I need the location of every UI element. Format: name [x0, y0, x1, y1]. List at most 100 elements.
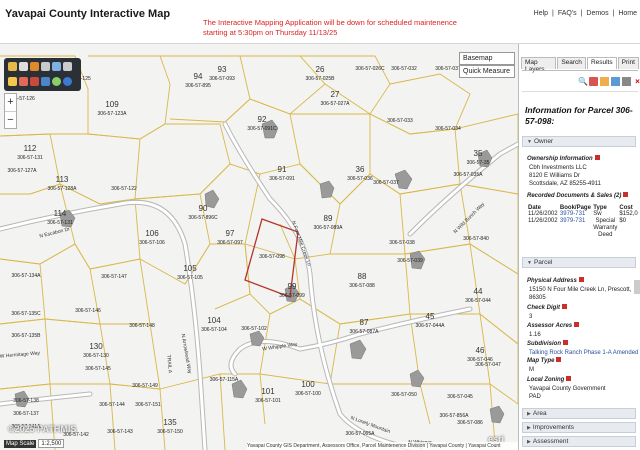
road-label: TRAIL A: [165, 354, 173, 374]
map-scale-label: Map Scale: [4, 439, 37, 448]
marker-icon[interactable]: [30, 77, 39, 86]
help-icon[interactable]: [63, 77, 72, 86]
sale-type: Sw: [593, 211, 602, 217]
parcel-number-label: 36: [356, 165, 365, 174]
parcel-number-label: 90: [199, 204, 208, 213]
bookmark-icon[interactable]: [8, 77, 17, 86]
zoom-in-button[interactable]: +: [5, 94, 16, 111]
close-icon[interactable]: ×: [633, 77, 640, 86]
parcel-number-label: 91: [278, 165, 287, 174]
ownership-info-label: Ownership Information: [527, 155, 600, 162]
zoom-control: + −: [4, 93, 17, 129]
zoom-to-icon[interactable]: 🔍: [578, 77, 588, 86]
chevron-right-icon: ▶: [527, 439, 531, 445]
subdivision-link[interactable]: Talking Rock Ranch Phase 1-A Amended: [529, 349, 638, 357]
panel-scrollbar[interactable]: [634, 280, 640, 294]
parcel-number-label: 101: [261, 387, 275, 396]
parcel-id-label: 306-57-097: [217, 240, 243, 246]
parcel-id-label: 306-57-149: [132, 383, 158, 389]
parcel-number-label: 46: [476, 346, 485, 355]
parcel-id-label: 306-57-131: [17, 155, 43, 161]
measure-icon[interactable]: [52, 62, 61, 71]
parcel-id-label: 306-57-032: [391, 66, 417, 72]
basemap-button[interactable]: Basemap: [459, 52, 515, 65]
parcel-number-label: 44: [474, 287, 483, 296]
parcel-id-label: 306-57-896C: [188, 215, 218, 221]
info-icon[interactable]: [562, 304, 568, 309]
layers-icon[interactable]: [41, 77, 50, 86]
physical-address-label: Physical Address: [527, 277, 584, 284]
sale-date: 11/26/2002: [528, 211, 558, 217]
parcel-id-label: 306-57-093: [209, 76, 235, 82]
owner-section-header[interactable]: ▼ Owner: [522, 136, 636, 147]
local-zoning-code: PAD: [529, 394, 541, 400]
link-separator: |: [580, 10, 583, 17]
sale-book-link[interactable]: 3979-731: [559, 211, 592, 218]
parcel-id-label: 306-57-086: [457, 420, 483, 426]
highlight-icon[interactable]: [600, 77, 609, 86]
select-icon[interactable]: [30, 62, 39, 71]
parcel-id-label: 306-57-091C: [247, 126, 277, 132]
parcel-id-label: 306-57-033: [387, 118, 413, 124]
parcel-section-header[interactable]: ▼ Parcel: [522, 257, 636, 268]
flag-icon[interactable]: [589, 77, 598, 86]
parcel-number-label: 27: [331, 90, 340, 99]
info-icon[interactable]: [594, 155, 600, 160]
tab-map-layers[interactable]: Map Layers: [521, 57, 557, 73]
sale-book-link[interactable]: 3979-731: [559, 218, 592, 239]
info-icon[interactable]: [578, 277, 584, 282]
parcel-id-label: 306-57-151: [135, 402, 161, 408]
map-view[interactable]: 306-57-125306-57-126109306-57-123A94306-…: [0, 44, 518, 450]
tab-results[interactable]: Results: [586, 57, 617, 69]
parcel-id-label: 306-57-087A: [350, 329, 380, 335]
parcel-number-label: 100: [301, 380, 315, 389]
parcel-number-label: 94: [194, 72, 203, 81]
parcel-number-label: 93: [218, 65, 227, 74]
parcel-id-label: 306-57-039: [397, 258, 423, 264]
home-link[interactable]: Home: [618, 10, 637, 17]
assessment-section-header[interactable]: ▶ Assessment: [522, 436, 636, 447]
tab-print[interactable]: Print: [617, 57, 639, 69]
quick-measure-button[interactable]: Quick Measure: [459, 65, 515, 78]
parcel-map[interactable]: 306-57-125306-57-126109306-57-123A94306-…: [0, 44, 518, 450]
road-label: N Escabon Dr: [39, 226, 71, 239]
info-icon[interactable]: [623, 192, 629, 197]
road-label: N Arrowhead Way: [180, 334, 193, 375]
improvements-section-header[interactable]: ▶ Improvements: [522, 422, 636, 433]
parcel-id-label: 306-57-856A: [440, 413, 470, 419]
clear-icon[interactable]: [63, 62, 72, 71]
demos-link[interactable]: Demos: [586, 10, 608, 17]
parcel-number-label: 106: [145, 229, 159, 238]
maintenance-notice: The Interactive Mapping Application will…: [203, 18, 457, 37]
physical-address: 15150 N Four Mile Creek Ln, Prescott, 86…: [529, 287, 632, 301]
print-icon[interactable]: [622, 77, 631, 86]
zoom-box-icon[interactable]: [41, 62, 50, 71]
parcel-id-label: 306-57-088: [349, 283, 375, 289]
parcel-id-label: 306-57-037: [373, 180, 399, 186]
export-icon[interactable]: [611, 77, 620, 86]
identify-icon[interactable]: [19, 62, 28, 71]
help-link[interactable]: Help: [534, 10, 548, 17]
draw-icon[interactable]: [19, 77, 28, 86]
parcel-number-label: 99: [288, 282, 297, 291]
tab-search[interactable]: Search: [557, 57, 586, 69]
info-icon[interactable]: [563, 340, 569, 345]
chevron-right-icon: ▶: [527, 411, 531, 417]
parcel-id-label: 306-57-035A: [454, 172, 484, 178]
parcel-number-label: 135: [163, 418, 177, 427]
parcel-id-label: 306-57-115A: [210, 377, 239, 383]
map-scale-select[interactable]: 1:2,500: [38, 439, 65, 448]
info-icon[interactable]: [566, 376, 572, 381]
info-icon[interactable]: [556, 357, 562, 362]
zoom-out-button[interactable]: −: [5, 111, 16, 128]
sale-type: Special Warranty Deed: [593, 218, 618, 238]
parcel-id-label: 306-57-044: [465, 298, 491, 304]
pan-icon[interactable]: [8, 62, 17, 71]
table-row: 11/26/2002 3979-731 Special Warranty Dee…: [527, 218, 639, 239]
faqs-link[interactable]: FAQ's: [558, 10, 577, 17]
refresh-icon[interactable]: [52, 77, 61, 86]
road-label: N Wild Bunch Way: [452, 201, 486, 235]
info-icon[interactable]: [574, 322, 580, 327]
parcel-id-label: 306-57-135C: [11, 311, 41, 317]
area-section-header[interactable]: ▶ Area: [522, 408, 636, 419]
